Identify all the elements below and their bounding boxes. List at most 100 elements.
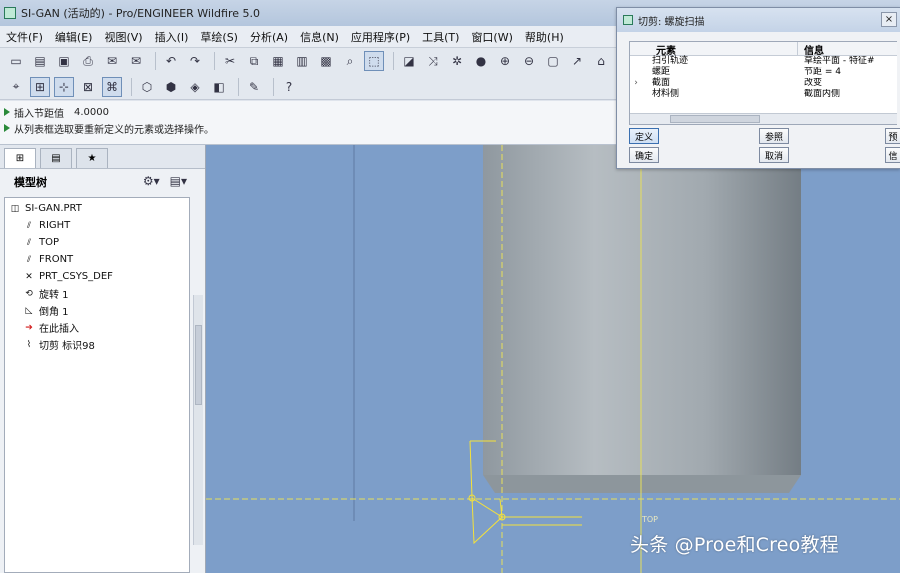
menu-edit[interactable]: 编辑(E): [49, 29, 99, 45]
menu-window[interactable]: 窗口(W): [465, 29, 518, 45]
menu-analysis[interactable]: 分析(A): [244, 29, 294, 45]
menu-info[interactable]: 信息(N): [294, 29, 345, 45]
references-button[interactable]: 参照: [759, 128, 789, 144]
csys-icon: ✕: [25, 271, 33, 282]
spin-center-icon[interactable]: ✲: [447, 51, 467, 71]
info-button[interactable]: 信: [885, 147, 900, 163]
close-icon[interactable]: ×: [881, 12, 897, 27]
tree-item-part[interactable]: ◫ SI-GAN.PRT: [5, 200, 189, 217]
tree-item-insert-here[interactable]: ➔ 在此插入: [5, 319, 189, 336]
insert-here-icon: ➔: [25, 322, 33, 333]
window-title: SI-GAN (活动的) - Pro/ENGINEER Wildfire 5.0: [21, 7, 260, 20]
cut-icon[interactable]: ✂: [220, 51, 240, 71]
current-element-marker: ›: [634, 78, 638, 88]
message-prompt: 插入节距值: [14, 108, 64, 120]
menu-help[interactable]: 帮助(H): [519, 29, 570, 45]
wireframe-icon[interactable]: ⬡: [137, 77, 157, 97]
menu-applications[interactable]: 应用程序(P): [345, 29, 416, 45]
message-arrow-icon: [4, 108, 10, 116]
cancel-button[interactable]: 取消: [759, 147, 789, 163]
regenerate-icon[interactable]: ▩: [316, 51, 336, 71]
cylinder-chamfer: [483, 475, 801, 493]
ok-button[interactable]: 确定: [629, 147, 659, 163]
tree-item-top[interactable]: ⫽ TOP: [5, 234, 189, 251]
cut-icon: ⌇: [26, 339, 32, 350]
revolve-icon: ⟲: [25, 288, 33, 299]
tree-settings-icon[interactable]: ⚙▾: [143, 174, 160, 188]
menu-sketch[interactable]: 草绘(S): [194, 29, 244, 45]
find-icon[interactable]: ⌕: [340, 51, 360, 71]
csys-display-icon[interactable]: ⊠: [78, 77, 98, 97]
email-icon[interactable]: ✉: [102, 51, 122, 71]
dialog-app-icon: [623, 15, 633, 25]
graphics-viewport[interactable]: TOP 头条 @Proe和Creo教程: [206, 145, 900, 573]
email-link-icon[interactable]: ✉: [126, 51, 146, 71]
menu-insert[interactable]: 插入(I): [149, 29, 195, 45]
no-hidden-icon[interactable]: ◈: [185, 77, 205, 97]
sketch-tool-icon[interactable]: ✎: [244, 77, 264, 97]
zoom-in-icon[interactable]: ⊕: [495, 51, 515, 71]
context-help-icon[interactable]: ?: [279, 77, 299, 97]
tree-item-csys[interactable]: ✕ PRT_CSYS_DEF: [5, 268, 189, 285]
toolbar-separator: [131, 77, 132, 96]
table-row[interactable]: 材料侧 截面内侧: [630, 89, 897, 100]
header-info: 信息: [804, 46, 824, 57]
navigator-tabs: ⊞ ▤ ★: [0, 145, 205, 169]
shaded-icon[interactable]: ◧: [209, 77, 229, 97]
model-tree: ◫ SI-GAN.PRT ⫽ RIGHT ⫽ TOP ⫽ FRONT ✕ PRT…: [4, 197, 190, 573]
toolbar-separator: [155, 52, 156, 70]
repaint-icon[interactable]: ◪: [399, 51, 419, 71]
redo-icon[interactable]: ↷: [185, 51, 205, 71]
scroll-grip[interactable]: [670, 115, 760, 123]
saved-views-icon[interactable]: ⌂: [591, 51, 611, 71]
tree-show-icon[interactable]: ▤▾: [170, 174, 187, 188]
scroll-grip[interactable]: [195, 325, 202, 405]
table-row[interactable]: 螺距 节距 = 4: [630, 67, 897, 78]
tree-item-right[interactable]: ⫽ RIGHT: [5, 217, 189, 234]
refit-icon[interactable]: ▢: [543, 51, 563, 71]
datum-plane-icon: ⫽: [26, 254, 31, 265]
hidden-line-icon[interactable]: ⬢: [161, 77, 181, 97]
table-hscrollbar[interactable]: [630, 113, 897, 124]
select-box-icon[interactable]: ⬚: [364, 51, 384, 71]
panel-scrollbar[interactable]: [193, 295, 203, 545]
tree-item-chamfer[interactable]: ◺ 倒角 1: [5, 302, 189, 319]
tree-item-revolve[interactable]: ⟲ 旋转 1: [5, 285, 189, 302]
datum-plane-icon: ⫽: [26, 220, 31, 231]
datum-display-icon[interactable]: ⌖: [6, 77, 26, 97]
model-tree-header: 模型树 ⚙▾ ▤▾: [0, 169, 205, 195]
orient-mode-icon[interactable]: ⤨: [423, 51, 443, 71]
paste-icon[interactable]: ▦: [268, 51, 288, 71]
cylinder-body: [483, 145, 801, 475]
zoom-out-icon[interactable]: ⊖: [519, 51, 539, 71]
tree-item-cut[interactable]: ⌇ 切剪 标识98: [5, 336, 189, 353]
dialog-title: 切剪: 螺旋扫描: [638, 16, 705, 28]
table-row[interactable]: 扫引轨迹 草绘平面 - 特征#: [630, 56, 897, 67]
helical-sweep-dialog: 切剪: 螺旋扫描 × 元素 信息 扫引轨迹 草绘平面 - 特征# 螺距 节距 =…: [616, 7, 900, 169]
annotation-display-icon[interactable]: ⌘: [102, 76, 122, 97]
print-icon[interactable]: ⎙: [78, 51, 98, 71]
axis-display-icon[interactable]: ⊞: [30, 76, 50, 97]
model-tree-tab-icon[interactable]: ⊞: [4, 148, 36, 168]
reorient-icon[interactable]: ↗: [567, 51, 587, 71]
shading-icon[interactable]: ●: [471, 51, 491, 71]
paste-special-icon[interactable]: ▥: [292, 51, 312, 71]
open-file-icon[interactable]: ▤: [30, 51, 50, 71]
save-icon[interactable]: ▣: [54, 51, 74, 71]
folder-browser-tab-icon[interactable]: ▤: [40, 148, 72, 168]
dialog-title-bar: 切剪: 螺旋扫描 ×: [617, 8, 900, 32]
menu-file[interactable]: 文件(F): [0, 29, 49, 45]
favorites-tab-icon[interactable]: ★: [76, 148, 108, 168]
new-file-icon[interactable]: ▭: [6, 51, 26, 71]
menu-view[interactable]: 视图(V): [98, 29, 148, 45]
table-row[interactable]: › 截面 改变: [630, 78, 897, 89]
tree-item-front[interactable]: ⫽ FRONT: [5, 251, 189, 268]
define-button[interactable]: 定义: [629, 128, 659, 144]
point-display-icon[interactable]: ⊹: [54, 76, 74, 97]
message-text: 从列表框选取要重新定义的元素或选择操作。: [14, 124, 214, 136]
undo-icon[interactable]: ↶: [161, 51, 181, 71]
preview-button[interactable]: 预: [885, 128, 900, 144]
message-value: 4.0000: [74, 106, 109, 118]
menu-tools[interactable]: 工具(T): [416, 29, 465, 45]
copy-icon[interactable]: ⧉: [244, 51, 264, 71]
